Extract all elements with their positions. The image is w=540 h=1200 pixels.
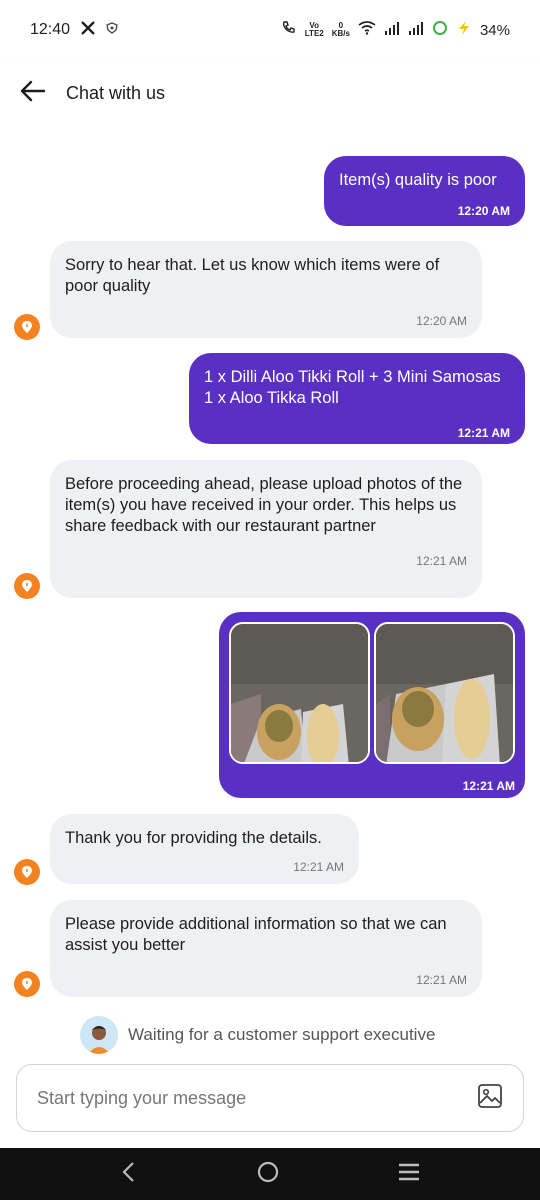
message-text-line: 1 x Dilli Aloo Tikki Roll + 3 Mini Samos… (204, 368, 501, 386)
message-time: 12:21 AM (416, 973, 467, 987)
signal-1-icon (384, 21, 400, 39)
bot-avatar-icon (14, 314, 40, 340)
status-bar: 12:40 Vo LTE2 0 KB/s 34% (0, 0, 540, 60)
message-composer (16, 1064, 524, 1132)
agent-avatar (80, 1016, 118, 1054)
message-incoming: Please provide additional information so… (50, 900, 482, 997)
message-incoming: Before proceeding ahead, please upload p… (50, 460, 482, 598)
status-right: Vo LTE2 0 KB/s 34% (281, 20, 510, 40)
page-title: Chat with us (66, 82, 166, 103)
message-text-line: 1 x Aloo Tikka Roll (204, 389, 339, 407)
message-outgoing: 1 x Dilli Aloo Tikki Roll + 3 Mini Samos… (189, 353, 525, 444)
app-header: Chat with us (0, 60, 540, 126)
battery-percent: 34% (479, 21, 510, 39)
system-nav-bar (0, 1148, 540, 1200)
message-incoming: Sorry to hear that. Let us know which it… (50, 241, 482, 338)
nav-back-icon[interactable] (119, 1161, 139, 1188)
photo-gallery (229, 622, 515, 764)
message-time: 12:20 AM (416, 314, 467, 328)
back-arrow-icon[interactable] (20, 80, 46, 107)
message-text: Please provide additional information so… (65, 915, 447, 954)
message-time: 12:21 AM (293, 860, 344, 874)
message-time: 12:21 AM (457, 426, 510, 440)
charging-icon (456, 20, 472, 40)
nav-home-icon[interactable] (256, 1160, 280, 1189)
message-outgoing-images: 12:21 AM (219, 612, 525, 798)
call-icon (281, 20, 297, 40)
nav-recents-icon[interactable] (397, 1162, 421, 1187)
volte-indicator: Vo LTE2 (304, 21, 324, 38)
waiting-status: Waiting for a customer support executive (80, 1016, 435, 1054)
wifi-icon (358, 21, 376, 39)
status-left: 12:40 (30, 20, 118, 41)
message-incoming: Thank you for providing the details. 12:… (50, 814, 359, 884)
network-speed: 0 KB/s (331, 21, 350, 38)
message-outgoing: Item(s) quality is poor 12:20 AM (324, 156, 525, 226)
message-time: 12:21 AM (462, 779, 515, 793)
message-input[interactable] (37, 1087, 437, 1109)
message-text: Item(s) quality is poor (339, 171, 497, 189)
chat-messages[interactable]: Item(s) quality is poor 12:20 AM Sorry t… (0, 126, 540, 1016)
message-time: 12:21 AM (416, 554, 467, 568)
data-saver-icon (432, 20, 448, 40)
bot-avatar-icon (14, 573, 40, 599)
shield-icon (106, 21, 118, 39)
message-time: 12:20 AM (457, 204, 510, 218)
image-attach-icon[interactable] (477, 1083, 503, 1114)
message-text: Before proceeding ahead, please upload p… (65, 475, 463, 535)
message-text: Thank you for providing the details. (65, 829, 322, 847)
food-photo[interactable] (229, 622, 370, 764)
bot-avatar-icon (14, 859, 40, 885)
message-text: Sorry to hear that. Let us know which it… (65, 256, 440, 295)
waiting-text: Waiting for a customer support executive (128, 1025, 436, 1044)
food-photo[interactable] (374, 622, 515, 764)
signal-2-icon (408, 21, 424, 39)
x-logo-icon (80, 20, 96, 41)
bot-avatar-icon (14, 971, 40, 997)
status-time: 12:40 (30, 21, 71, 38)
